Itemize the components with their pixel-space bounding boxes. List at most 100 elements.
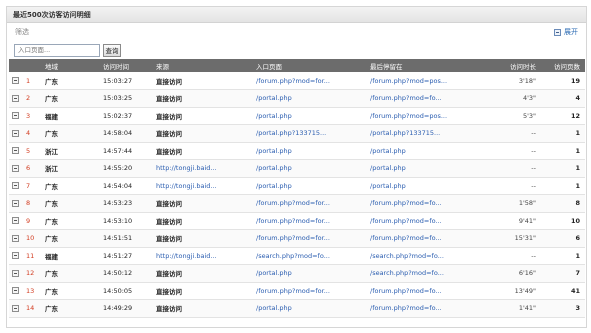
table-row[interactable]: 4 广东 14:58:04 直接访问/portal.php?133715.../por…	[9, 124, 585, 143]
row-expand-toggle[interactable]	[9, 72, 23, 90]
row-visit-time: 14:50:12	[103, 269, 133, 278]
row-entry-page-link[interactable]: /portal.php	[253, 300, 367, 318]
row-expand-toggle[interactable]	[9, 282, 23, 300]
row-entry-page-link[interactable]: /portal.php	[253, 142, 367, 160]
table-row[interactable]: 6 浙江 14:55:20 http://tongji.baid.../portal.…	[9, 159, 585, 178]
row-region: 广东	[45, 235, 58, 244]
expand-row-icon[interactable]	[12, 164, 19, 172]
row-index: 8	[26, 199, 31, 208]
expand-icon	[554, 28, 561, 36]
row-page-count: 1	[575, 146, 580, 155]
expand-row-icon[interactable]	[12, 94, 19, 102]
row-source: 直接访问	[156, 147, 182, 156]
row-page-count: 4	[575, 94, 580, 103]
row-expand-toggle[interactable]	[9, 265, 23, 283]
row-expand-toggle[interactable]	[9, 247, 23, 265]
row-duration: 1'41"	[518, 304, 536, 313]
expand-row-icon[interactable]	[12, 234, 19, 242]
expand-row-icon[interactable]	[12, 269, 19, 277]
expand-row-icon[interactable]	[12, 77, 19, 84]
row-last-page-link[interactable]: /forum.php?mod=fo...	[367, 282, 485, 300]
row-last-page-link[interactable]: /forum.php?mod=fo...	[367, 90, 485, 108]
row-last-page-link[interactable]: /portal.php	[367, 142, 485, 160]
row-entry-page-link[interactable]: /portal.php	[253, 177, 367, 195]
row-source[interactable]: http://tongji.baid...	[153, 160, 253, 178]
header-toggle	[9, 59, 23, 72]
row-entry-page-link[interactable]: /portal.php	[253, 265, 367, 283]
expand-row-icon[interactable]	[12, 304, 19, 312]
row-entry-page-link[interactable]: /search.php?mod=fo...	[253, 247, 367, 265]
row-entry-page-link[interactable]: /forum.php?mod=for...	[253, 230, 367, 248]
row-last-page-link[interactable]: /forum.php?mod=pos...	[367, 72, 485, 90]
row-expand-toggle[interactable]	[9, 160, 23, 178]
row-visit-time: 14:57:44	[103, 146, 133, 155]
expand-row-icon[interactable]	[12, 217, 19, 225]
row-last-page-link[interactable]: /forum.php?mod=fo...	[367, 212, 485, 230]
row-source[interactable]: http://tongji.baid...	[153, 177, 253, 195]
row-expand-toggle[interactable]	[9, 90, 23, 108]
row-last-page-link[interactable]: /portal.php	[367, 177, 485, 195]
row-last-page-link[interactable]: /search.php?mod=fo...	[367, 265, 485, 283]
row-duration: 9'41"	[518, 216, 536, 225]
table-row[interactable]: 3 福建 15:02:37 直接访问/portal.php/forum.php?mod…	[9, 107, 585, 125]
row-entry-page-link[interactable]: /portal.php	[253, 90, 367, 108]
row-duration: --	[531, 181, 536, 190]
row-last-page-link[interactable]: /portal.php?133715...	[367, 125, 485, 143]
row-expand-toggle[interactable]	[9, 212, 23, 230]
row-last-page-link[interactable]: /forum.php?mod=fo...	[367, 195, 485, 213]
expand-row-icon[interactable]	[12, 287, 19, 295]
expand-row-icon[interactable]	[12, 112, 19, 120]
row-source[interactable]: http://tongji.baid...	[153, 247, 253, 265]
row-last-page-link[interactable]: /forum.php?mod=fo...	[367, 230, 485, 248]
row-region: 广东	[45, 217, 58, 226]
table-row[interactable]: 14 广东 14:49:29 直接访问/portal.php/forum.php?mo…	[9, 299, 585, 318]
row-entry-page-link[interactable]: /portal.php?133715...	[253, 125, 367, 143]
expand-label: 展开	[564, 28, 578, 36]
row-source: 直接访问	[156, 217, 182, 226]
row-expand-toggle[interactable]	[9, 300, 23, 318]
row-expand-toggle[interactable]	[9, 177, 23, 195]
filter-label[interactable]: 筛选	[15, 27, 29, 37]
row-expand-toggle[interactable]	[9, 142, 23, 160]
row-last-page-link[interactable]: /forum.php?mod=pos...	[367, 107, 485, 125]
header-entry-page: 入口页面	[256, 62, 282, 71]
row-entry-page-link[interactable]: /forum.php?mod=for...	[253, 195, 367, 213]
table-row[interactable]: 12 广东 14:50:12 直接访问/portal.php/search.php?m…	[9, 264, 585, 283]
table-row[interactable]: 1 广东 15:03:27 直接访问/forum.php?mod=for.../for…	[9, 72, 585, 90]
row-duration: --	[531, 164, 536, 173]
row-region: 广东	[45, 270, 58, 279]
panel-title: 最近500次访客访问明细	[13, 10, 91, 19]
table-row[interactable]: 11 福建 14:51:27 http://tongji.baid.../search…	[9, 247, 585, 265]
table-row[interactable]: 7 广东 14:54:04 http://tongji.baid.../portal.…	[9, 177, 585, 195]
row-last-page-link[interactable]: /forum.php?mod=fo...	[367, 300, 485, 318]
table-row[interactable]: 8 广东 14:53:23 直接访问/forum.php?mod=for.../for…	[9, 194, 585, 213]
expand-row-icon[interactable]	[12, 129, 19, 137]
table-row[interactable]: 10 广东 14:51:51 直接访问/forum.php?mod=for.../fo…	[9, 229, 585, 248]
expand-row-icon[interactable]	[12, 252, 19, 260]
row-entry-page-link[interactable]: /forum.php?mod=for...	[253, 282, 367, 300]
row-entry-page-link[interactable]: /forum.php?mod=for...	[253, 212, 367, 230]
table-header-row: 地域 访问时间 来源 入口页面 最后停留在 访问时长 访问页数	[9, 59, 585, 72]
table-row[interactable]: 13 广东 14:50:05 直接访问/forum.php?mod=for.../fo…	[9, 282, 585, 300]
search-button[interactable]: 查询	[103, 43, 121, 57]
row-expand-toggle[interactable]	[9, 125, 23, 143]
row-last-page-link[interactable]: /portal.php	[367, 160, 485, 178]
expand-row-icon[interactable]	[12, 147, 19, 155]
row-last-page-link[interactable]: /search.php?mod=fo...	[367, 247, 485, 265]
table-row[interactable]: 9 广东 14:53:10 直接访问/forum.php?mod=for.../for…	[9, 212, 585, 230]
entry-page-search-input[interactable]	[14, 43, 100, 57]
expand-row-icon[interactable]	[12, 199, 19, 207]
expand-row-icon[interactable]	[12, 182, 19, 190]
row-visit-time: 15:02:37	[103, 111, 133, 120]
row-index: 9	[26, 216, 31, 225]
row-region: 广东	[45, 305, 58, 314]
table-row[interactable]: 2 广东 15:03:25 直接访问/portal.php/forum.php?mod…	[9, 89, 585, 108]
row-expand-toggle[interactable]	[9, 230, 23, 248]
table-row[interactable]: 5 浙江 14:57:44 直接访问/portal.php/portal.php -- 1	[9, 142, 585, 160]
row-entry-page-link[interactable]: /portal.php	[253, 160, 367, 178]
row-expand-toggle[interactable]	[9, 195, 23, 213]
row-entry-page-link[interactable]: /forum.php?mod=for...	[253, 72, 367, 90]
row-entry-page-link[interactable]: /portal.php	[253, 107, 367, 125]
row-expand-toggle[interactable]	[9, 107, 23, 125]
expand-toggle[interactable]: 展开	[554, 27, 578, 37]
